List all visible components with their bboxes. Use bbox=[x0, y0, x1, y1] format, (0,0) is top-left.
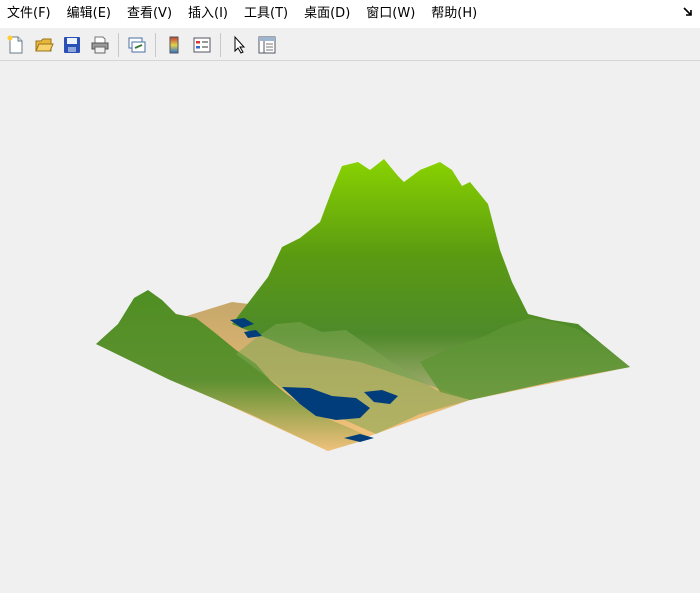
link-plot-button[interactable] bbox=[125, 33, 149, 57]
menu-window[interactable]: 窗口(W) bbox=[358, 0, 423, 28]
save-icon bbox=[64, 36, 80, 53]
figure-toolbar bbox=[0, 29, 700, 61]
link-plot-icon bbox=[128, 37, 146, 52]
menu-bar: 文件(F) 编辑(E) 查看(V) 插入(I) 工具(T) 桌面(D) 窗口(W… bbox=[0, 0, 700, 28]
terrain-surface-plot[interactable] bbox=[0, 62, 700, 589]
menu-file[interactable]: 文件(F) bbox=[0, 0, 59, 28]
new-figure-button[interactable] bbox=[4, 33, 28, 57]
property-inspector-icon bbox=[258, 36, 276, 53]
edit-plot-pointer-icon bbox=[234, 35, 246, 54]
insert-colorbar-icon bbox=[169, 36, 179, 53]
figure-canvas[interactable] bbox=[0, 62, 700, 589]
dock-arrow-icon[interactable] bbox=[682, 6, 694, 18]
print-icon bbox=[91, 36, 109, 53]
menu-tools[interactable]: 工具(T) bbox=[236, 0, 296, 28]
menu-view[interactable]: 查看(V) bbox=[119, 0, 180, 28]
menu-help[interactable]: 帮助(H) bbox=[423, 0, 485, 28]
open-file-icon bbox=[35, 38, 54, 51]
property-inspector-button[interactable] bbox=[255, 33, 279, 57]
insert-colorbar-button[interactable] bbox=[162, 33, 186, 57]
edit-plot-button[interactable] bbox=[227, 33, 251, 57]
open-file-button[interactable] bbox=[32, 33, 56, 57]
print-button[interactable] bbox=[88, 33, 112, 57]
menu-edit[interactable]: 编辑(E) bbox=[59, 0, 119, 28]
save-button[interactable] bbox=[60, 33, 84, 57]
toolbar-separator bbox=[220, 32, 221, 57]
toolbar-separator bbox=[155, 32, 156, 57]
insert-legend-icon bbox=[193, 37, 211, 52]
menu-desktop[interactable]: 桌面(D) bbox=[296, 0, 358, 28]
toolbar-separator bbox=[118, 32, 119, 57]
new-figure-icon bbox=[7, 35, 23, 53]
menu-insert[interactable]: 插入(I) bbox=[180, 0, 236, 28]
insert-legend-button[interactable] bbox=[190, 33, 214, 57]
